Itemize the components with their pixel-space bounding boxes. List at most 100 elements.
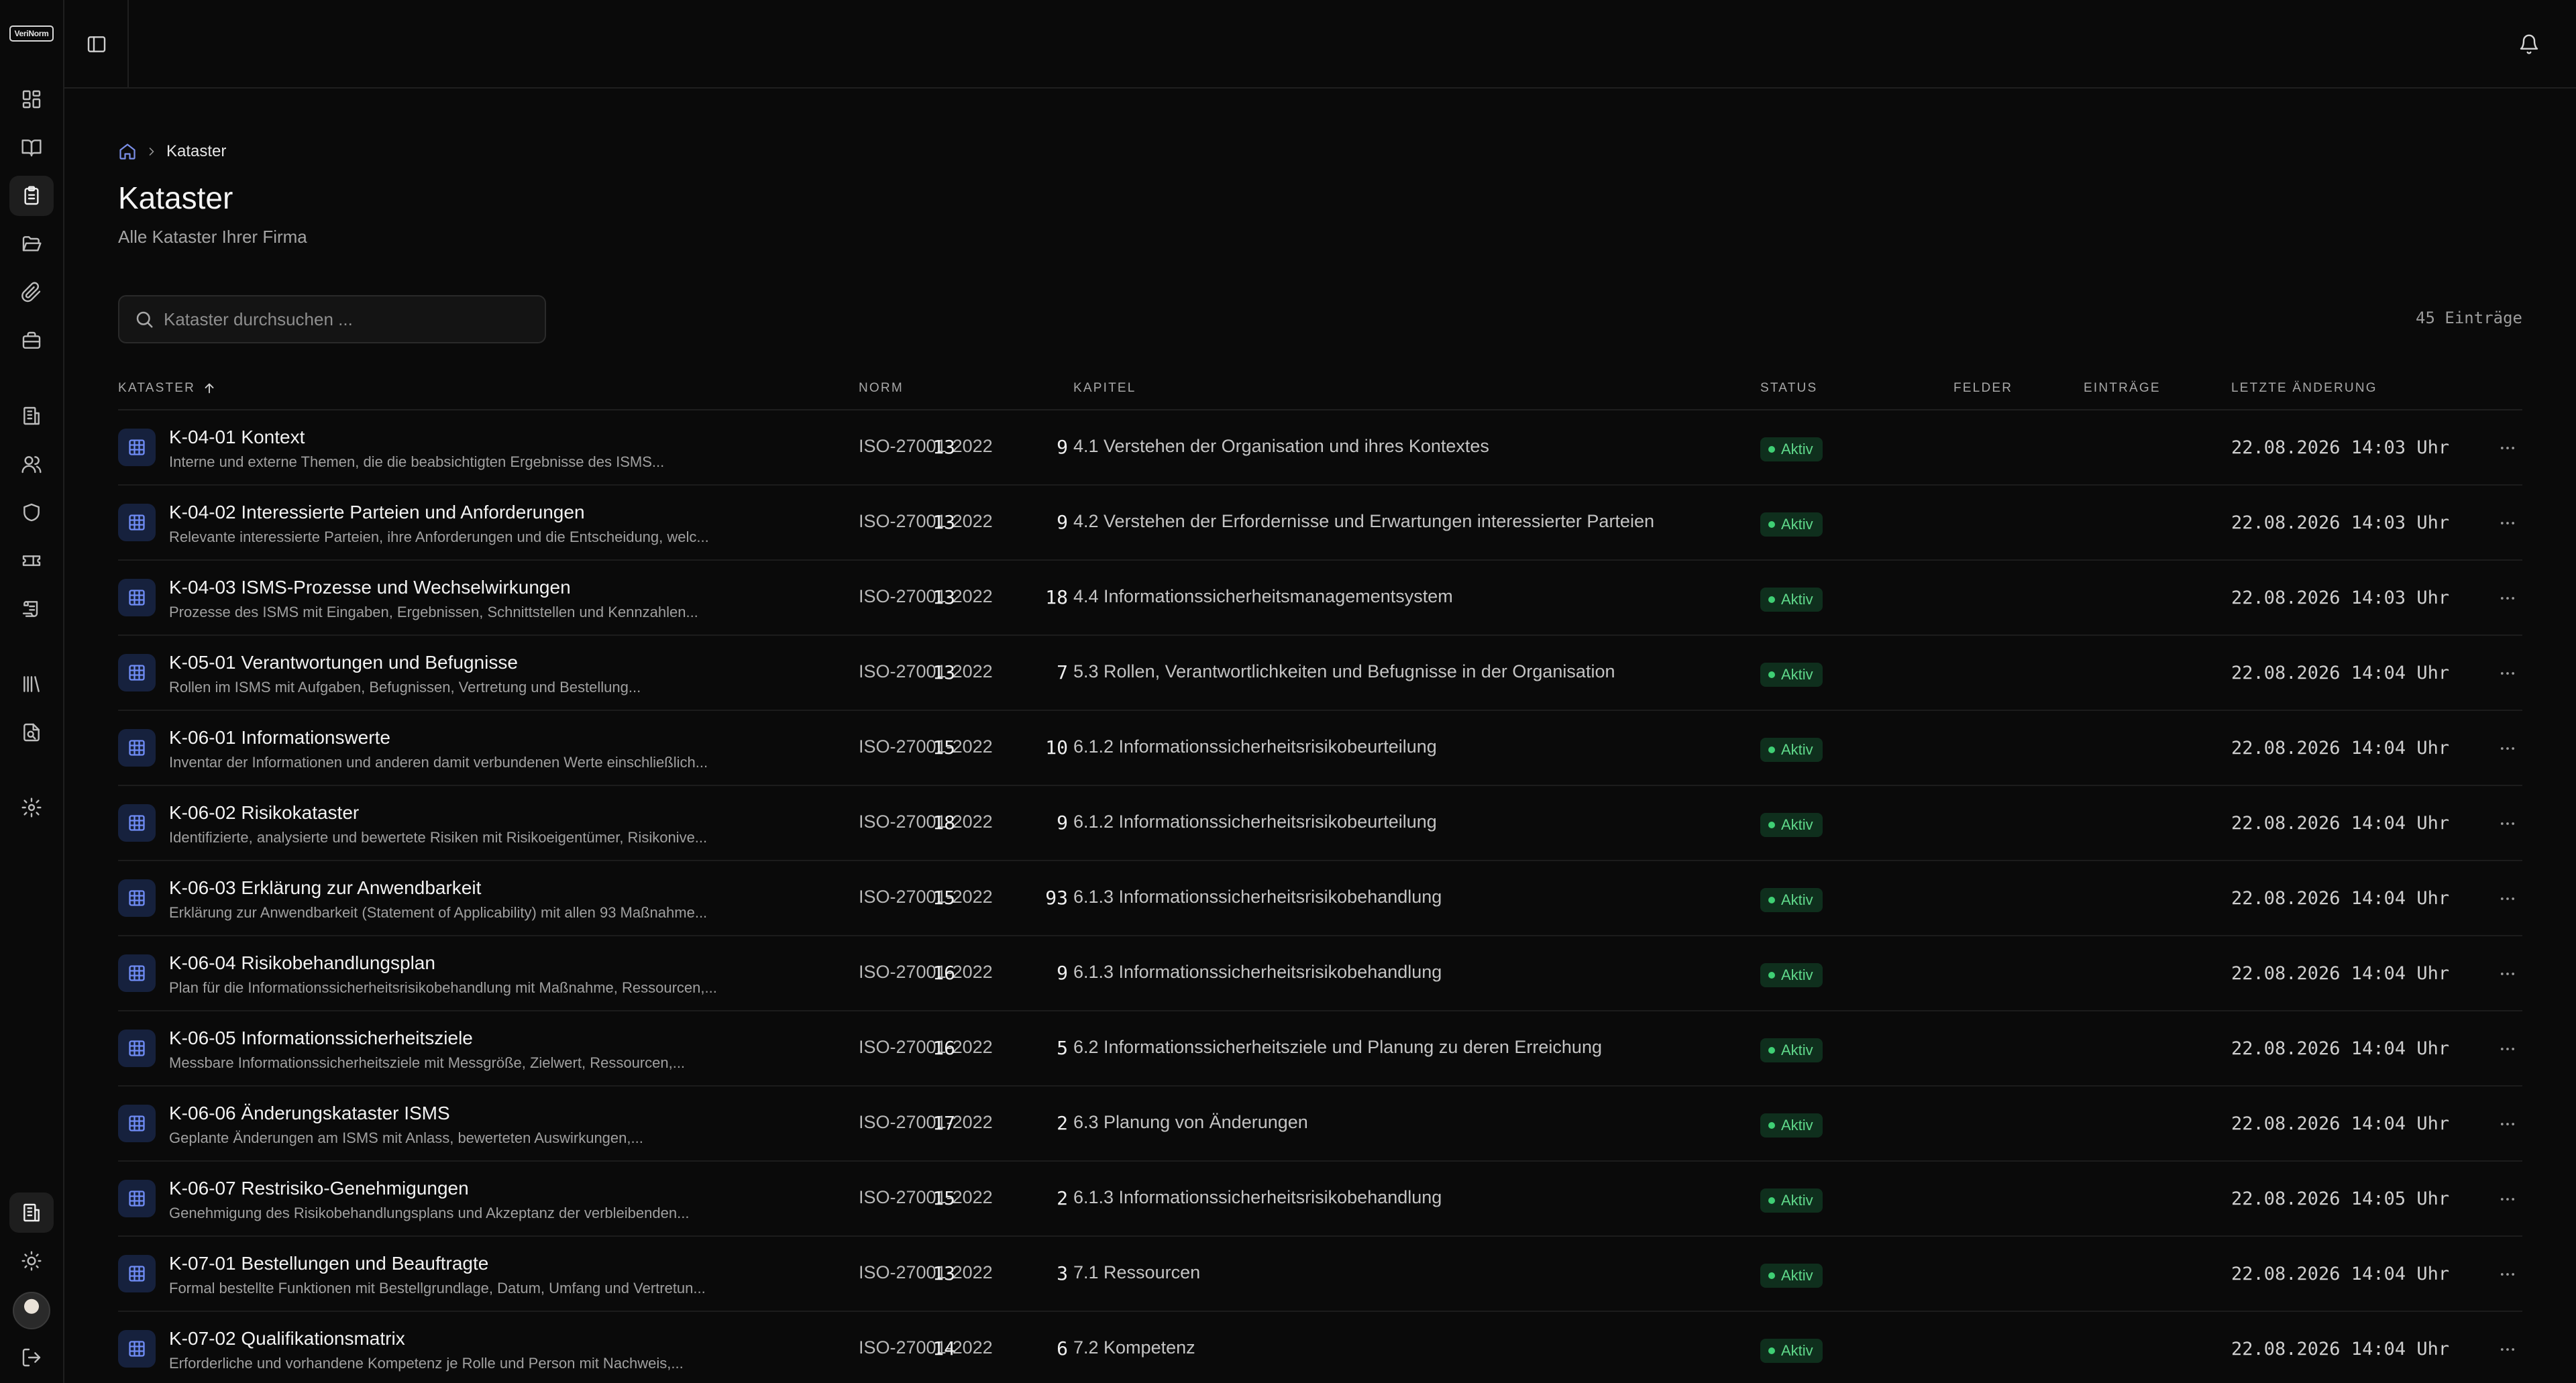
notifications-button[interactable] <box>2510 25 2548 63</box>
more-horizontal-icon <box>2500 1348 2515 1351</box>
last-modified-cell: 22.08.2026 14:05 Uhr <box>2231 1188 2450 1209</box>
nav-dashboard[interactable] <box>9 79 54 119</box>
logout-button[interactable] <box>9 1337 54 1378</box>
kataster-title[interactable]: K-06-07 Restrisiko-Genehmigungen <box>169 1178 469 1199</box>
clipboard-icon <box>24 186 39 205</box>
app-logo[interactable]: VeriNorm <box>9 25 54 42</box>
kataster-description: Rollen im ISMS mit Aufgaben, Befugnissen… <box>169 679 641 696</box>
kataster-title[interactable]: K-04-02 Interessierte Parteien und Anfor… <box>169 502 585 523</box>
column-header-norm[interactable]: Norm <box>859 381 904 396</box>
kataster-icon-tile <box>118 429 156 466</box>
panel-left-icon <box>87 36 106 52</box>
more-horizontal-icon <box>2500 447 2515 449</box>
row-actions-button[interactable] <box>2493 1186 2522 1213</box>
table-row[interactable]: K-04-01 Kontext Interne und externe Them… <box>118 410 2522 486</box>
last-modified-cell: 22.08.2026 14:03 Uhr <box>2231 588 2450 608</box>
eintraege-cell: 3 <box>1057 1262 1068 1284</box>
nav-attachments[interactable] <box>9 272 54 313</box>
kataster-title[interactable]: K-06-03 Erklärung zur Anwendbarkeit <box>169 877 481 899</box>
column-header-felder[interactable]: Felder <box>1953 381 2012 396</box>
row-actions-button[interactable] <box>2493 1111 2522 1138</box>
nav-company-switch[interactable] <box>9 1193 54 1233</box>
row-actions-button[interactable] <box>2493 1336 2522 1363</box>
table-row[interactable]: K-07-02 Qualifikationsmatrix Erforderlic… <box>118 1312 2522 1383</box>
table-grid-icon <box>129 590 145 606</box>
row-actions-button[interactable] <box>2493 735 2522 762</box>
nav-reports[interactable] <box>9 712 54 753</box>
kataster-description: Identifizierte, analysierte und bewertet… <box>169 829 708 846</box>
felder-cell: 17 <box>932 1112 955 1134</box>
norm-cell: ISO-27001-2022 <box>859 1187 993 1207</box>
table-row[interactable]: K-06-04 Risikobehandlungsplan Plan für d… <box>118 936 2522 1011</box>
search-box[interactable] <box>118 295 546 343</box>
column-header-eintraege[interactable]: Einträge <box>2084 381 2161 396</box>
nav-norms[interactable] <box>9 127 54 168</box>
kataster-title[interactable]: K-04-03 ISMS-Prozesse und Wechselwirkung… <box>169 577 571 598</box>
column-header-status[interactable]: Status <box>1760 381 1817 396</box>
table-row[interactable]: K-06-01 Informationswerte Inventar der I… <box>118 711 2522 786</box>
status-dot-icon <box>1768 446 1775 453</box>
kataster-title[interactable]: K-06-01 Informationswerte <box>169 727 390 749</box>
table-row[interactable]: K-04-02 Interessierte Parteien und Anfor… <box>118 486 2522 561</box>
topbar <box>64 0 2576 89</box>
kataster-icon-tile <box>118 804 156 842</box>
kataster-title[interactable]: K-06-05 Informationssicherheitsziele <box>169 1028 473 1049</box>
status-badge: Aktiv <box>1760 888 1823 912</box>
kataster-title[interactable]: K-06-04 Risikobehandlungsplan <box>169 952 435 974</box>
sidebar-toggle-button[interactable] <box>78 25 115 63</box>
home-icon[interactable] <box>118 142 137 161</box>
last-modified-cell: 22.08.2026 14:04 Uhr <box>2231 663 2450 683</box>
row-actions-button[interactable] <box>2493 960 2522 987</box>
row-actions-button[interactable] <box>2493 660 2522 687</box>
row-actions-button[interactable] <box>2493 810 2522 837</box>
nav-protocols[interactable] <box>9 589 54 629</box>
status-label: Aktiv <box>1781 1042 1813 1058</box>
theme-toggle[interactable] <box>9 1241 54 1281</box>
row-actions-button[interactable] <box>2493 1261 2522 1288</box>
kataster-title[interactable]: K-07-01 Bestellungen und Beauftragte <box>169 1253 488 1274</box>
table-row[interactable]: K-04-03 ISMS-Prozesse und Wechselwirkung… <box>118 561 2522 636</box>
nav-tickets[interactable] <box>9 541 54 581</box>
column-header-letzte-aenderung[interactable]: Letzte Änderung <box>2231 381 2377 396</box>
column-header-kataster[interactable]: Kataster <box>118 381 217 396</box>
users-icon <box>21 456 42 474</box>
breadcrumb: Kataster <box>118 141 226 162</box>
last-modified-cell: 22.08.2026 14:04 Uhr <box>2231 1264 2450 1284</box>
status-badge: Aktiv <box>1760 512 1823 537</box>
kataster-title[interactable]: K-05-01 Verantwortungen und Befugnisse <box>169 652 518 673</box>
nav-users[interactable] <box>9 444 54 484</box>
table-row[interactable]: K-06-06 Änderungskataster ISMS Geplante … <box>118 1087 2522 1162</box>
nav-library[interactable] <box>9 664 54 704</box>
nav-security[interactable] <box>9 492 54 533</box>
nav-documents[interactable] <box>9 224 54 264</box>
nav-organisation[interactable] <box>9 396 54 436</box>
row-actions-button[interactable] <box>2493 510 2522 537</box>
row-actions-button[interactable] <box>2493 435 2522 461</box>
table-row[interactable]: K-05-01 Verantwortungen und Befugnisse R… <box>118 636 2522 711</box>
nav-projects[interactable] <box>9 321 54 361</box>
table-row[interactable]: K-06-03 Erklärung zur Anwendbarkeit Erkl… <box>118 861 2522 936</box>
eintraege-cell: 6 <box>1057 1337 1068 1360</box>
kataster-title[interactable]: K-04-01 Kontext <box>169 427 305 448</box>
status-label: Aktiv <box>1781 1117 1813 1133</box>
nav-settings[interactable] <box>9 787 54 828</box>
status-label: Aktiv <box>1781 1192 1813 1209</box>
kataster-icon-tile <box>118 954 156 992</box>
kataster-table: Kataster Norm Kapitel Status Felder Eint… <box>118 368 2522 1383</box>
table-row[interactable]: K-07-01 Bestellungen und Beauftragte For… <box>118 1237 2522 1312</box>
eintraege-cell: 9 <box>1057 436 1068 458</box>
row-actions-button[interactable] <box>2493 885 2522 912</box>
row-actions-button[interactable] <box>2493 585 2522 612</box>
user-avatar[interactable] <box>13 1292 50 1329</box>
kataster-title[interactable]: K-07-02 Qualifikationsmatrix <box>169 1328 405 1349</box>
kataster-title[interactable]: K-06-06 Änderungskataster ISMS <box>169 1103 450 1124</box>
kataster-title[interactable]: K-06-02 Risikokataster <box>169 802 359 824</box>
search-input[interactable] <box>164 309 539 330</box>
column-header-kapitel[interactable]: Kapitel <box>1073 381 1136 396</box>
row-actions-button[interactable] <box>2493 1036 2522 1062</box>
table-row[interactable]: K-06-02 Risikokataster Identifizierte, a… <box>118 786 2522 861</box>
table-row[interactable]: K-06-07 Restrisiko-Genehmigungen Genehmi… <box>118 1162 2522 1237</box>
table-row[interactable]: K-06-05 Informationssicherheitsziele Mes… <box>118 1011 2522 1087</box>
nav-kataster[interactable] <box>9 176 54 216</box>
table-grid-icon <box>129 1040 145 1056</box>
